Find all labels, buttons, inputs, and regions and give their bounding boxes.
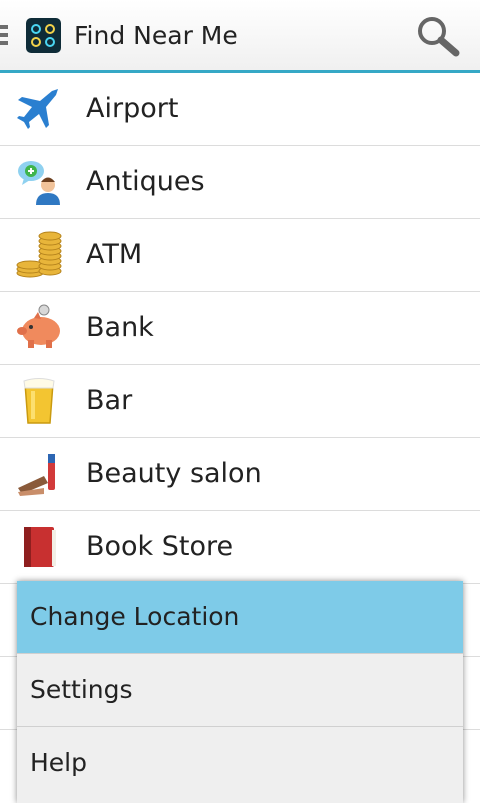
piggy-bank-icon [17,304,60,348]
menu-item-help[interactable]: Help [17,727,463,799]
list-item[interactable]: Bar [0,365,480,438]
list-item-label: Antiques [86,166,205,197]
coins-icon [16,231,62,278]
list-item[interactable]: ATM [0,219,480,292]
beer-glass-icon [23,378,55,424]
app-title: Find Near Me [74,21,238,50]
list-item[interactable]: Bank [0,292,480,365]
action-bar: Find Near Me [0,0,480,73]
list-item[interactable]: Book Store [0,511,480,584]
menu-item-label: Settings [30,675,133,704]
up-indicator-icon[interactable] [0,25,8,47]
menu-item-change-location[interactable]: Change Location [17,581,463,654]
list-item-label: Airport [86,93,179,124]
search-icon[interactable] [414,14,462,58]
book-icon [24,527,56,567]
list-item-label: ATM [86,239,143,270]
cosmetics-icon [18,454,55,496]
person-chat-icon [18,161,60,205]
list-item[interactable]: Airport [0,73,480,146]
app-logo-icon[interactable] [26,18,61,53]
menu-item-settings[interactable]: Settings [17,654,463,727]
menu-item-label: Help [30,748,87,777]
airplane-icon [17,89,58,129]
list-item[interactable]: Antiques [0,146,480,219]
list-item-label: Bar [86,385,133,416]
list-item[interactable]: Beauty salon [0,438,480,511]
list-item-label: Beauty salon [86,458,262,489]
list-item-label: Bank [86,312,154,343]
options-menu: Change Location Settings Help [17,581,463,803]
list-item-label: Book Store [86,531,234,562]
menu-item-label: Change Location [30,602,240,631]
